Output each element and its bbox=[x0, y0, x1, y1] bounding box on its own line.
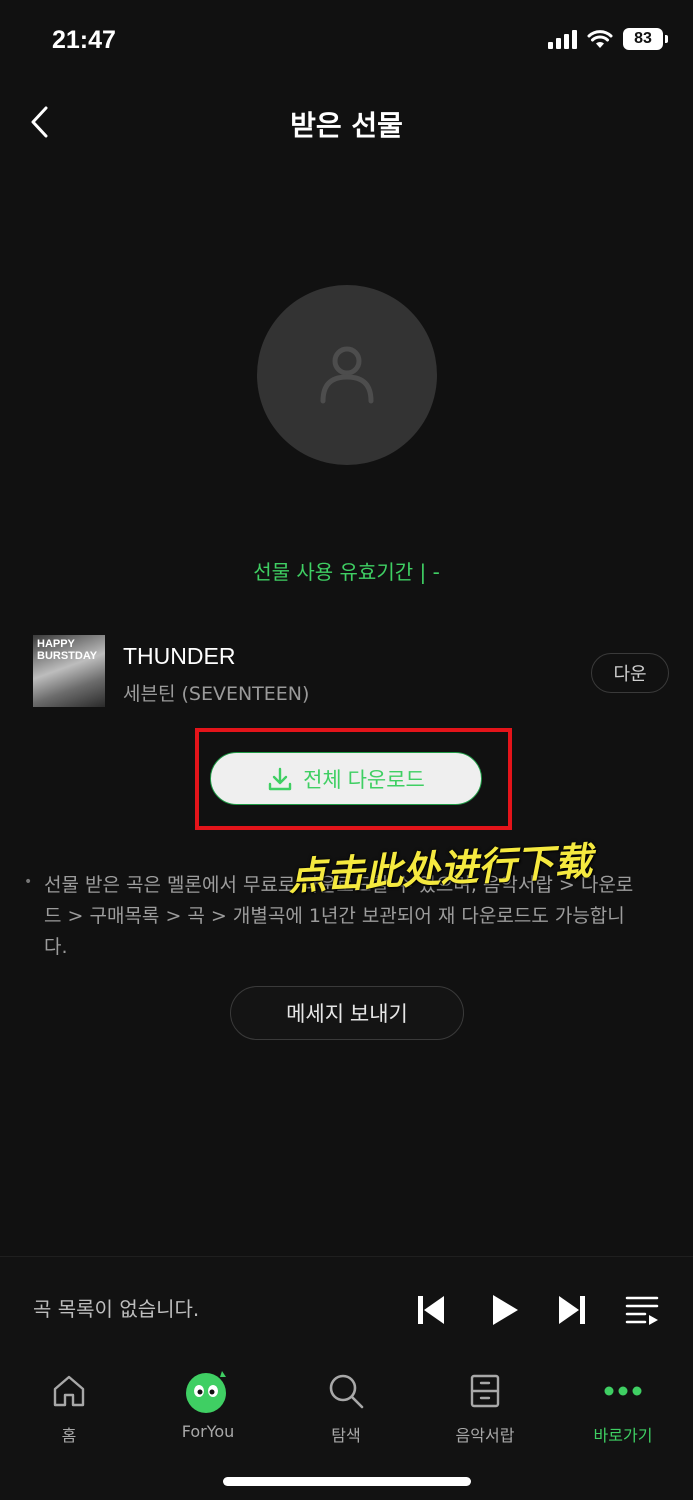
song-artist[interactable]: 세븐틴 (SEVENTEEN) bbox=[123, 679, 309, 706]
player-status-text: 곡 목록이 없습니다. bbox=[33, 1297, 200, 1321]
next-track-icon[interactable] bbox=[556, 1293, 588, 1327]
play-icon[interactable] bbox=[490, 1293, 520, 1327]
battery-icon: 83 bbox=[623, 28, 668, 50]
more-dots-icon bbox=[604, 1386, 642, 1396]
tab-search-label: 탐색 bbox=[331, 1426, 361, 1445]
sender-avatar bbox=[257, 285, 437, 465]
tab-foryou-label: ForYou bbox=[181, 1422, 235, 1441]
drawer-icon bbox=[470, 1374, 500, 1408]
status-icons: 83 bbox=[548, 28, 668, 50]
tab-home-label: 홈 bbox=[61, 1426, 77, 1445]
send-message-button[interactable]: 메세지 보내기 bbox=[230, 986, 464, 1040]
page-title: 받은 선물 bbox=[290, 109, 403, 142]
album-cover-text: HAPPY BURSTDAY bbox=[37, 638, 98, 662]
tab-search[interactable]: 탐색 bbox=[296, 1366, 396, 1446]
song-title[interactable]: THUNDER bbox=[123, 643, 235, 670]
user-icon bbox=[320, 346, 374, 404]
status-time: 21:47 bbox=[52, 26, 116, 54]
tab-shortcuts[interactable]: 바로가기 bbox=[573, 1366, 673, 1446]
home-indicator[interactable] bbox=[223, 1477, 471, 1486]
tab-foryou[interactable]: ForYou bbox=[158, 1366, 258, 1441]
previous-track-icon[interactable] bbox=[415, 1293, 447, 1327]
cellular-signal-icon bbox=[548, 29, 577, 49]
notice-bullet: • bbox=[24, 874, 33, 890]
gift-validity-period: 선물 사용 유효기간 | - bbox=[253, 560, 440, 584]
home-icon bbox=[53, 1375, 85, 1407]
highlight-annotation-box bbox=[195, 728, 512, 830]
wifi-icon bbox=[587, 30, 613, 48]
album-cover[interactable]: HAPPY BURSTDAY bbox=[33, 635, 105, 707]
song-download-button[interactable]: 다운 bbox=[591, 653, 669, 693]
playlist-icon[interactable] bbox=[625, 1293, 661, 1327]
search-icon bbox=[329, 1374, 364, 1409]
foryou-mascot-icon bbox=[186, 1371, 226, 1413]
tab-music-drawer[interactable]: 음악서랍 bbox=[435, 1366, 535, 1446]
tab-shortcuts-label: 바로가기 bbox=[593, 1426, 653, 1445]
mini-player: 곡 목록이 없습니다. bbox=[0, 1256, 693, 1356]
tab-home[interactable]: 홈 bbox=[19, 1366, 119, 1446]
tab-music-drawer-label: 음악서랍 bbox=[455, 1426, 515, 1445]
